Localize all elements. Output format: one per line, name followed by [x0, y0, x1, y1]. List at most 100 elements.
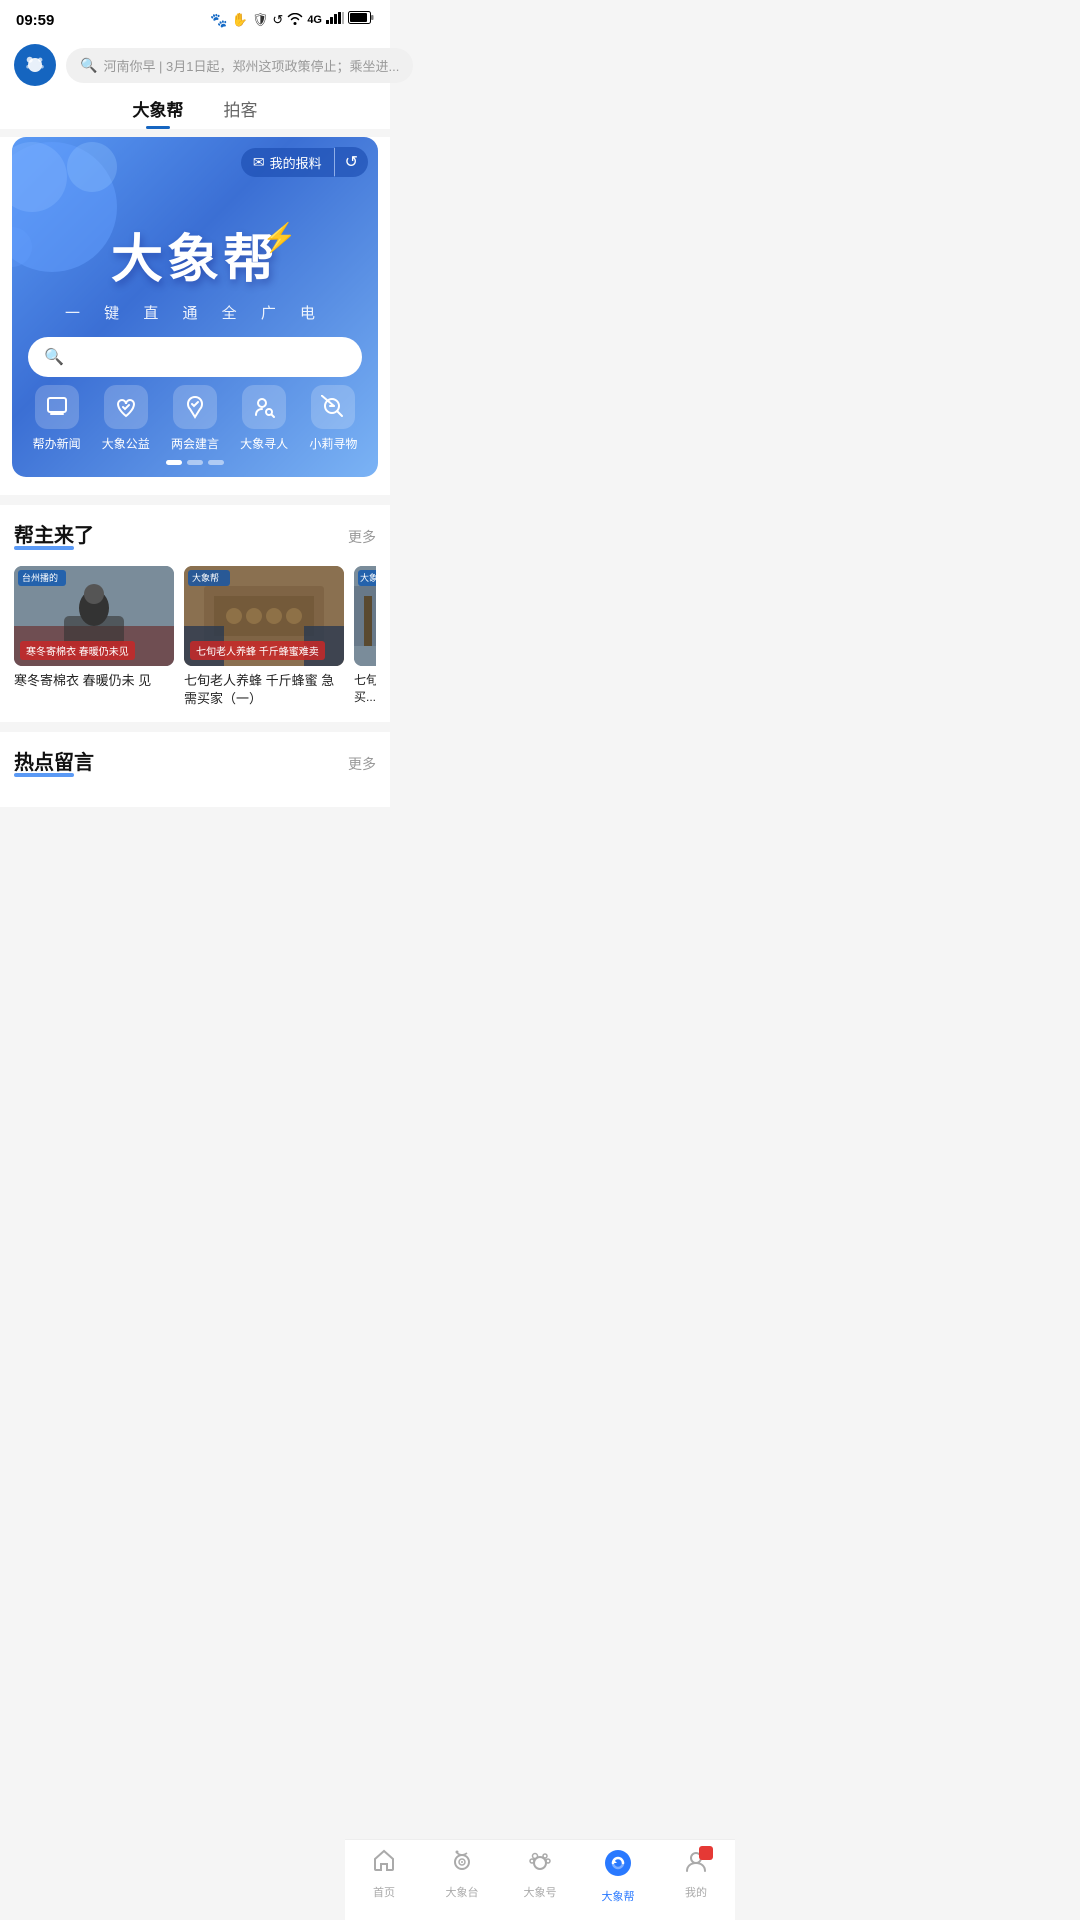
refresh-nav-icon	[603, 1848, 633, 1885]
header: 🔍 河南你早 | 3月1日起，郑州这项政策停止；乘坐进...	[0, 36, 390, 86]
battery-icon	[348, 11, 374, 29]
svg-text:台州播的: 台州播的	[22, 572, 58, 583]
nav-daxiangbang-label: 大象帮	[602, 1888, 635, 1904]
dots-indicator	[22, 460, 368, 465]
lightning-icon: ⚡	[262, 221, 297, 254]
my-report-button[interactable]: ✉ 我的报料	[241, 148, 334, 177]
nav-daxiangbang[interactable]: 大象帮	[579, 1848, 657, 1904]
cat-bangban-xinwen[interactable]: 帮办新闻	[33, 385, 81, 452]
hot-comments-more[interactable]: 更多	[348, 754, 376, 774]
dot-2	[187, 460, 203, 465]
news-thumb-2: 大象剧场	[354, 566, 376, 666]
bangzhu-more[interactable]: 更多	[348, 527, 376, 547]
status-icons: 🐾 ✋ 🛡 ↺ 4G	[210, 11, 374, 29]
category-icons: 帮办新闻 大象公益	[22, 385, 368, 452]
search-bar[interactable]: 🔍 河南你早 | 3月1日起，郑州这项政策停止；乘坐进...	[66, 48, 413, 83]
tab-pake[interactable]: 拍客	[224, 96, 258, 129]
lianghui-icon	[173, 385, 217, 429]
cat-bangban-label: 帮办新闻	[33, 435, 81, 452]
status-time: 09:59	[16, 12, 54, 29]
nav-tv-label: 大象台	[446, 1884, 479, 1900]
refresh-icon: ↺	[345, 152, 358, 172]
home-icon	[371, 1848, 397, 1881]
notification-badge	[699, 1846, 713, 1860]
hot-comments-underline	[14, 773, 74, 777]
tab-daxiangbang[interactable]: 大象帮	[133, 96, 184, 129]
hot-comments-title: 热点留言	[14, 752, 94, 774]
news-card-2[interactable]: 大象剧场 七旬老...急需买...	[354, 566, 376, 708]
tv-icon	[449, 1848, 475, 1881]
tabs: 大象帮 拍客	[0, 86, 390, 129]
nav-daxianghao[interactable]: 大象号	[501, 1848, 579, 1904]
cat-xunwu-label: 小莉寻物	[309, 435, 357, 452]
thumb-image-2: 大象剧场	[354, 566, 376, 666]
nav-home-label: 首页	[373, 1884, 395, 1900]
rotation-icon: ↺	[272, 12, 283, 28]
xunren-icon	[242, 385, 286, 429]
cat-gongyi-label: 大象公益	[102, 435, 150, 452]
bottom-nav: 首页 大象台 大象号	[345, 1839, 735, 1920]
shield-icon: 🛡	[252, 12, 269, 28]
svg-text:大象剧场: 大象剧场	[360, 572, 376, 583]
news-title-0: 寒冬寄棉衣 春暖仍未 见	[14, 672, 174, 690]
bangzhu-title-wrap: 帮主来了	[14, 519, 94, 554]
banner-search-icon: 🔍	[44, 347, 64, 367]
person-icon	[683, 1848, 709, 1881]
wifi-icon	[287, 13, 303, 28]
cat-gongyi[interactable]: 大象公益	[102, 385, 150, 452]
bangzhu-section: 帮主来了 更多 台州播的	[0, 505, 390, 722]
banner-title-area: 大象帮 ⚡ 一 键 直 通 全 广 电	[12, 197, 378, 323]
app-logo[interactable]	[14, 44, 56, 86]
search-icon: 🔍	[80, 57, 97, 74]
news-thumb-1: 大象帮 七旬老人养蜂 千斤蜂蜜难卖	[184, 566, 344, 666]
paw-nav-icon	[527, 1848, 553, 1881]
hot-comments-section: 热点留言 更多	[0, 732, 390, 807]
cat-lianghui-label: 两会建言	[171, 435, 219, 452]
news-card-1[interactable]: 大象帮 七旬老人养蜂 千斤蜂蜜难卖 七旬老人养蜂 千斤蜂蜜 急需买家（一）	[184, 566, 344, 708]
bangzhu-title-underline	[14, 546, 74, 550]
banner-top-right: ✉ 我的报料 ↺	[241, 147, 368, 177]
news-thumb-0: 台州播的 寒冬寄棉衣 春暖仍未见	[14, 566, 174, 666]
search-placeholder: 河南你早 | 3月1日起，郑州这项政策停止；乘坐进...	[103, 56, 399, 75]
news-title-2: 七旬老...急需买...	[354, 672, 376, 706]
banner-section: ✉ 我的报料 ↺ 大象帮 ⚡ 一 键 直 通 全 广 电 🔍	[0, 137, 390, 495]
envelope-icon: ✉	[253, 154, 265, 171]
refresh-button[interactable]: ↺	[335, 147, 368, 177]
bangban-icon	[35, 385, 79, 429]
nav-mine[interactable]: 我的	[657, 1848, 735, 1904]
news-badge-1: 七旬老人养蜂 千斤蜂蜜难卖	[190, 641, 325, 660]
my-report-label: 我的报料	[270, 153, 322, 172]
news-title-1: 七旬老人养蜂 千斤蜂蜜 急需买家（一）	[184, 672, 344, 708]
bangzhu-header: 帮主来了 更多	[14, 519, 376, 554]
bangzhu-title: 帮主来了	[14, 525, 94, 547]
paw-icon: 🐾	[210, 12, 227, 29]
signal-icon	[326, 11, 344, 29]
news-badge-0: 寒冬寄棉衣 春暖仍未见	[20, 641, 135, 660]
nav-mine-label: 我的	[685, 1884, 707, 1900]
nav-tv[interactable]: 大象台	[423, 1848, 501, 1904]
cat-xunren[interactable]: 大象寻人	[240, 385, 288, 452]
4g-icon: 4G	[307, 14, 322, 26]
hot-comments-header: 热点留言 更多	[14, 746, 376, 781]
main-title-container: 大象帮 ⚡	[111, 217, 279, 292]
cat-lianghui[interactable]: 两会建言	[171, 385, 219, 452]
banner-subtitle: 一 键 直 通 全 广 电	[65, 302, 325, 323]
news-card-0[interactable]: 台州播的 寒冬寄棉衣 春暖仍未见 寒冬寄棉衣 春暖仍未 见	[14, 566, 174, 708]
svg-text:大象帮: 大象帮	[192, 572, 219, 583]
cat-xunwu[interactable]: 小莉寻物	[309, 385, 357, 452]
dot-1	[166, 460, 182, 465]
category-bar: 帮办新闻 大象公益	[12, 377, 378, 469]
bangzhu-title-container: 帮主来了	[14, 519, 94, 554]
nav-home[interactable]: 首页	[345, 1848, 423, 1904]
status-bar: 09:59 🐾 ✋ 🛡 ↺ 4G	[0, 0, 390, 36]
banner: ✉ 我的报料 ↺ 大象帮 ⚡ 一 键 直 通 全 广 电 🔍	[12, 137, 378, 477]
banner-search[interactable]: 🔍	[28, 337, 362, 377]
logo-icon	[21, 51, 49, 79]
hot-comments-title-container: 热点留言	[14, 746, 94, 781]
dot-3	[208, 460, 224, 465]
banner-main-title: 大象帮	[111, 231, 279, 289]
nav-daxianghao-label: 大象号	[524, 1884, 557, 1900]
hand-icon: ✋	[232, 12, 248, 28]
xunwu-icon	[311, 385, 355, 429]
gongyi-icon	[104, 385, 148, 429]
